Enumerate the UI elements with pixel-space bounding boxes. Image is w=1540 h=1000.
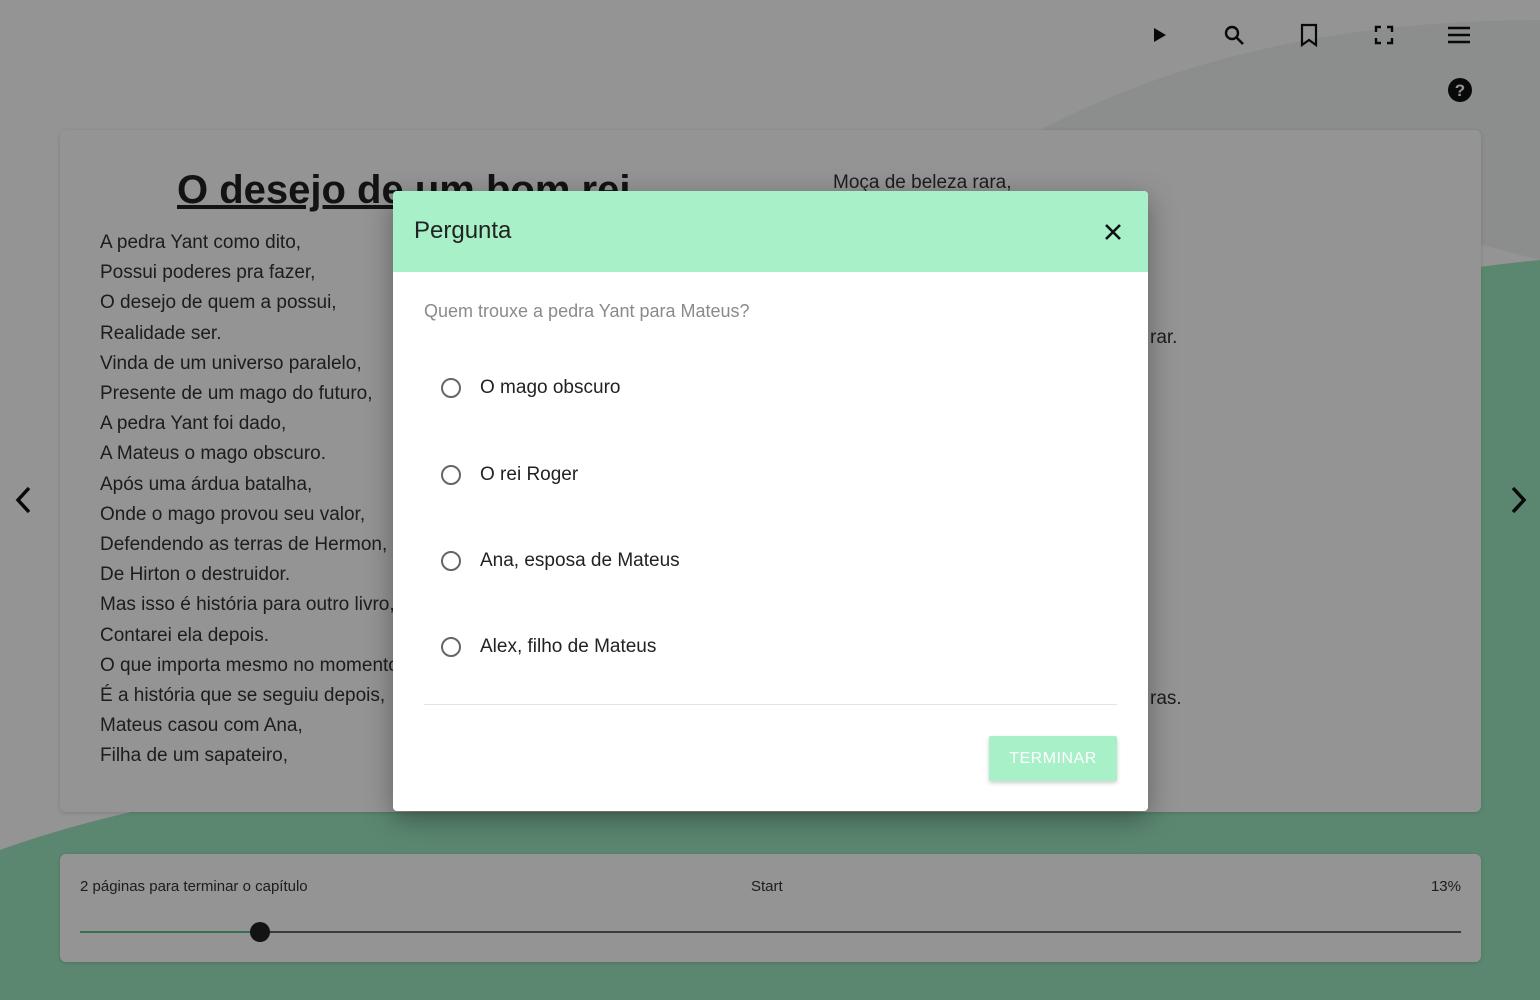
answer-label: O rei Roger [480,464,579,485]
radio-button[interactable] [441,465,461,485]
radio-button[interactable] [441,551,461,571]
dialog-title: Pergunta [414,217,512,244]
answer-label: Alex, filho de Mateus [480,636,657,657]
answer-option[interactable]: Ana, esposa de Mateus [441,550,680,572]
answer-label: Ana, esposa de Mateus [480,550,680,571]
close-icon[interactable] [1098,217,1128,247]
answer-label: O mago obscuro [480,377,621,398]
question-dialog: Pergunta Quem trouxe a pedra Yant para M… [393,191,1148,811]
dialog-divider [424,704,1117,705]
answer-option[interactable]: O mago obscuro [441,377,620,399]
radio-button[interactable] [441,637,461,657]
question-text: Quem trouxe a pedra Yant para Mateus? [424,301,750,321]
answer-option[interactable]: Alex, filho de Mateus [441,636,656,658]
dialog-header: Pergunta [393,191,1148,272]
radio-button[interactable] [441,378,461,398]
finish-button[interactable]: TERMINAR [989,736,1117,781]
answer-option[interactable]: O rei Roger [441,464,578,486]
